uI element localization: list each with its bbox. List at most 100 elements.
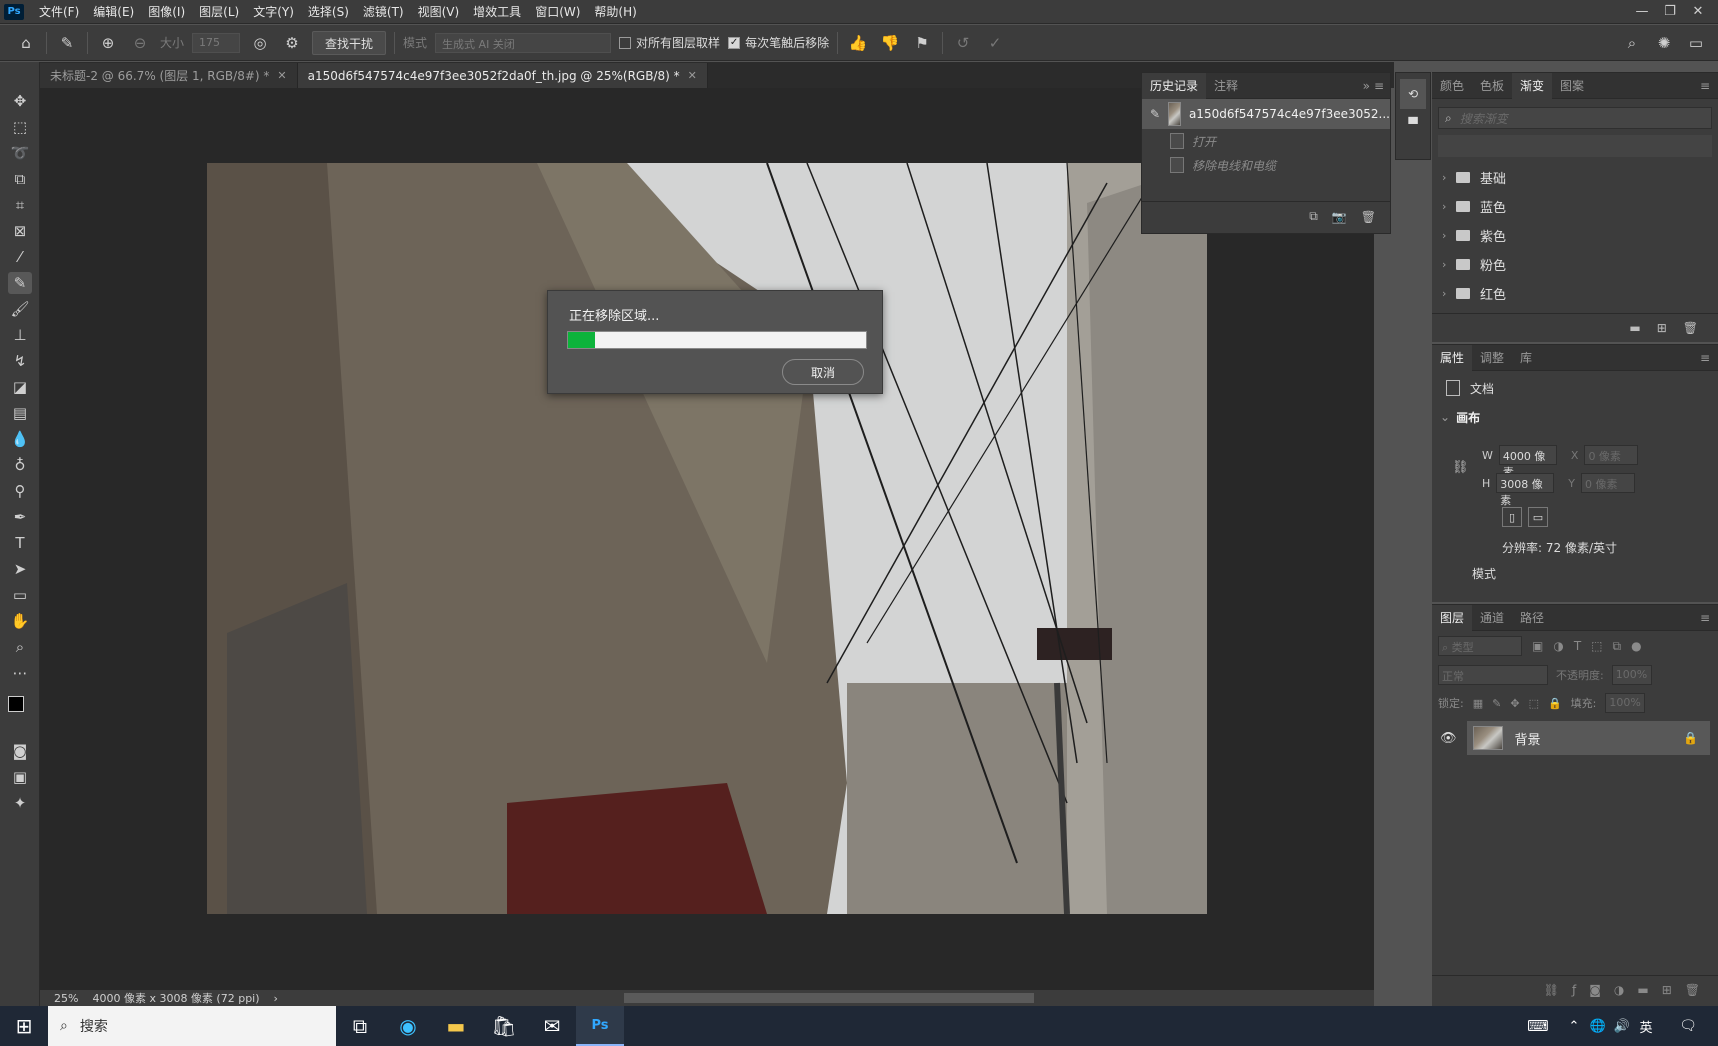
menu-file[interactable]: 文件(F) <box>32 3 86 20</box>
marquee-tool-icon[interactable]: ⬚ <box>8 116 32 138</box>
menu-view[interactable]: 视图(V) <box>411 3 467 20</box>
y-input[interactable]: 0 像素 <box>1581 473 1636 493</box>
frame-tool-icon[interactable]: ⊠ <box>8 220 32 242</box>
history-state[interactable]: 打开 <box>1142 129 1390 153</box>
rectangle-tool-icon[interactable]: ▭ <box>8 584 32 606</box>
clone-stamp-tool-icon[interactable]: ⊥ <box>8 324 32 346</box>
history-brush-tool-icon[interactable]: ↯ <box>8 350 32 372</box>
close-window-button[interactable]: ✕ <box>1684 4 1712 19</box>
gradient-group-blue[interactable]: › 蓝色 <box>1432 192 1718 221</box>
chevron-right-icon[interactable]: › <box>274 992 278 1005</box>
blend-mode-select[interactable]: 正常 <box>1438 665 1548 685</box>
opacity-input[interactable]: 100% <box>1611 665 1652 685</box>
tab-properties[interactable]: 属性 <box>1432 344 1473 371</box>
mode-select[interactable]: 生成式 AI 关闭 <box>435 32 612 53</box>
brush-tool-icon[interactable]: 🖌 <box>8 298 32 320</box>
pressure-icon[interactable]: ◎ <box>248 31 272 55</box>
tab-history[interactable]: 历史记录 <box>1142 72 1207 99</box>
tab-swatches[interactable]: 色板 <box>1472 73 1512 99</box>
flag-icon[interactable]: ⚑ <box>910 31 934 55</box>
discover-bulb-icon[interactable]: ✺ <box>1652 31 1676 55</box>
menu-image[interactable]: 图像(I) <box>141 3 192 20</box>
cancel-button[interactable]: 取消 <box>782 359 864 385</box>
menu-help[interactable]: 帮助(H) <box>587 3 643 20</box>
thumbs-up-icon[interactable]: 👍 <box>846 31 870 55</box>
commit-check-icon[interactable]: ✓ <box>983 31 1007 55</box>
snapshot-camera-icon[interactable]: 📷 <box>1332 210 1347 224</box>
search-icon[interactable]: ⌕ <box>1620 31 1644 55</box>
chevron-up-icon[interactable]: ⌃ <box>1562 1006 1586 1046</box>
menu-filter[interactable]: 滤镜(T) <box>356 3 411 20</box>
add-mask-icon[interactable]: ◙ <box>1589 983 1601 997</box>
find-distractions-button[interactable]: 查找干扰 <box>312 30 387 55</box>
thumbs-down-icon[interactable]: 👎 <box>878 31 902 55</box>
tab-gradients[interactable]: 渐变 <box>1512 72 1553 99</box>
filter-type-icon[interactable]: T <box>1574 639 1581 653</box>
fill-input[interactable]: 100% <box>1605 693 1646 713</box>
document-image[interactable] <box>207 163 1207 914</box>
lock-position-icon[interactable]: ✥ <box>1510 697 1519 710</box>
portrait-icon[interactable]: ▯ <box>1502 507 1522 527</box>
remove-tool-icon[interactable]: ✎ <box>8 272 32 294</box>
filter-shape-icon[interactable]: ⬚ <box>1591 639 1602 653</box>
collapse-icon[interactable]: » <box>1363 79 1374 93</box>
more-tools-icon[interactable]: ⋯ <box>8 662 32 684</box>
gradient-group-purple[interactable]: › 紫色 <box>1432 221 1718 250</box>
filter-smart-object-icon[interactable]: ⧉ <box>1613 639 1622 654</box>
size-input[interactable]: 175 <box>192 32 241 53</box>
lock-all-icon[interactable]: 🔒 <box>1548 697 1562 710</box>
gradient-group-red[interactable]: › 红色 <box>1432 279 1718 308</box>
layer-row-background[interactable]: 👁 背景 🔒 <box>1432 721 1718 755</box>
menu-layer[interactable]: 图层(L) <box>192 3 246 20</box>
lock-artboard-icon[interactable]: ⬚ <box>1529 697 1539 710</box>
eraser-tool-icon[interactable]: ◪ <box>8 376 32 398</box>
undo-icon[interactable]: ↺ <box>951 31 975 55</box>
new-group-folder-icon[interactable]: ▬ <box>1637 983 1648 997</box>
object-select-tool-icon[interactable]: ⧉ <box>8 168 32 190</box>
minimize-button[interactable]: — <box>1628 4 1656 19</box>
height-input[interactable]: 3008 像素 <box>1496 473 1555 507</box>
panel-menu-icon[interactable]: ≡ <box>1700 79 1718 93</box>
link-chain-icon[interactable]: ⛓ <box>1452 460 1469 475</box>
sample-all-layers-checkbox[interactable]: 对所有图层取样 <box>619 34 720 51</box>
tab-paths[interactable]: 路径 <box>1512 605 1552 631</box>
tab-adjustments[interactable]: 调整 <box>1472 345 1512 371</box>
gradient-group-pink[interactable]: › 粉色 <box>1432 250 1718 279</box>
file-explorer-icon[interactable]: ▬ <box>432 1006 480 1046</box>
tab-libraries[interactable]: 库 <box>1512 345 1540 371</box>
lock-paint-icon[interactable]: ✎ <box>1492 697 1501 710</box>
path-select-tool-icon[interactable]: ➤ <box>8 558 32 580</box>
volume-icon[interactable]: 🔊 <box>1610 1006 1634 1046</box>
mail-icon[interactable]: ✉ <box>528 1006 576 1046</box>
zoom-tool-small-icon[interactable]: ⚲ <box>8 480 32 502</box>
taskbar-search[interactable]: ⌕ 搜索 <box>48 1006 336 1046</box>
x-input[interactable]: 0 像素 <box>1584 445 1639 465</box>
trash-icon[interactable]: 🗑 <box>1361 210 1376 224</box>
panel-menu-icon[interactable]: ≡ <box>1700 611 1718 625</box>
dodge-tool-icon[interactable]: ♁ <box>8 454 32 476</box>
edge-browser-icon[interactable]: ◉ <box>384 1006 432 1046</box>
horizontal-scrollbar[interactable] <box>624 993 1034 1003</box>
trash-icon[interactable]: 🗑 <box>1685 983 1700 997</box>
new-layer-icon[interactable]: ⊞ <box>1662 983 1672 997</box>
width-input[interactable]: 4000 像素 <box>1498 445 1557 479</box>
filter-adjustment-icon[interactable]: ◑ <box>1553 639 1563 653</box>
menu-plugins[interactable]: 增效工具 <box>466 3 528 20</box>
menu-edit[interactable]: 编辑(E) <box>86 3 141 20</box>
ime-indicator[interactable]: 英 <box>1634 1006 1658 1046</box>
new-document-from-state-icon[interactable]: ⧉ <box>1309 209 1318 224</box>
hand-tool-icon[interactable]: ✋ <box>8 610 32 632</box>
filter-pixel-icon[interactable]: ▣ <box>1532 639 1543 653</box>
gradient-search-input[interactable]: ⌕ 搜索渐变 <box>1438 107 1712 129</box>
history-panel-icon[interactable]: ⟲ <box>1400 79 1426 109</box>
move-tool-icon[interactable]: ✥ <box>8 90 32 112</box>
filter-toggle-icon[interactable]: ● <box>1631 639 1641 653</box>
lock-transparent-icon[interactable]: ▦ <box>1473 697 1483 710</box>
zoom-level[interactable]: 25% <box>54 992 78 1005</box>
type-tool-icon[interactable]: T <box>8 532 32 554</box>
tab-channels[interactable]: 通道 <box>1472 605 1512 631</box>
tab-notes[interactable]: 注释 <box>1206 73 1246 99</box>
remove-tool-preset-icon[interactable]: ✎ <box>55 31 79 55</box>
fx-icon[interactable]: ƒ <box>1572 983 1576 997</box>
panel-menu-icon[interactable]: ≡ <box>1700 351 1718 365</box>
